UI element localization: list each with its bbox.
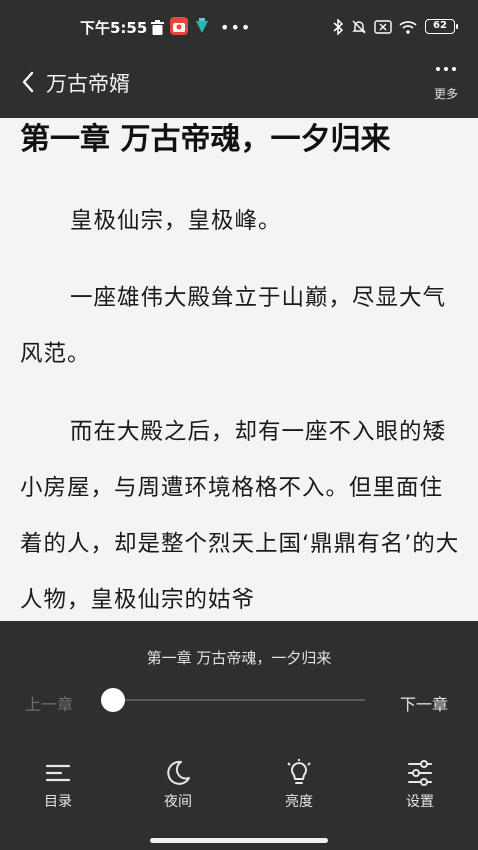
slider-thumb[interactable] [101,688,125,712]
brightness-label: 亮度 [285,794,313,810]
status-time: 下午5:55 [80,19,148,37]
more-dots-icon [424,67,468,71]
wifi-icon [399,18,417,36]
app-notification-icon [170,17,188,35]
chapter-heading: 第一章 万古帝魂，一夕归来 [20,122,391,157]
sliders-icon [408,760,432,786]
list-icon [45,764,71,782]
more-notifications-icon: ••• [220,17,252,37]
paragraph: 一座雄伟大殿耸立于山巅，尽显大气风范。 [20,285,447,367]
night-label: 夜间 [164,794,192,810]
back-button[interactable] [14,68,42,96]
night-mode-button[interactable]: 夜间 [143,759,213,811]
settings-button[interactable]: 设置 [385,759,455,811]
battery-indicator: 62 [425,19,458,34]
lightbulb-icon [287,759,311,784]
reading-area[interactable]: 第一章 万古帝魂，一夕归来 皇极仙宗，皇极峰。 一座雄伟大殿耸立于山巅，尽显大气… [0,118,478,621]
next-chapter-button[interactable]: 下一章 [400,691,448,715]
more-button[interactable]: 更多 [424,62,468,112]
trash-icon [150,18,164,36]
status-bar: 下午5:55 ••• 62 [0,0,478,56]
paragraph: 皇极仙宗，皇极峰。 [70,208,282,234]
chevron-left-icon [22,71,34,93]
app-notification-icon-2 [194,17,210,35]
paragraph: 而在大殿之后，却有一座不入眼的矮小房屋，与周遭环境格格不入。但里面住着的人，却是… [20,419,460,613]
home-indicator[interactable] [150,838,328,843]
moon-icon [167,760,190,785]
reader-control-panel: 第一章 万古帝魂，一夕归来 上一章 下一章 目录 夜间 亮度 设置 [0,621,478,850]
settings-label: 设置 [406,794,434,810]
more-label: 更多 [433,87,458,101]
chapter-progress-slider[interactable] [101,688,365,712]
brightness-button[interactable]: 亮度 [264,759,334,811]
toc-label: 目录 [44,794,72,810]
book-title: 万古帝婿 [46,72,130,96]
bluetooth-icon [332,18,344,36]
top-app-bar: 万古帝婿 更多 [0,56,478,118]
prev-chapter-button[interactable]: 上一章 [25,691,73,715]
mute-bell-icon [351,18,367,36]
toc-button[interactable]: 目录 [23,759,93,811]
no-sim-icon [374,18,392,36]
current-chapter-title: 第一章 万古帝魂，一夕归来 [146,649,332,667]
